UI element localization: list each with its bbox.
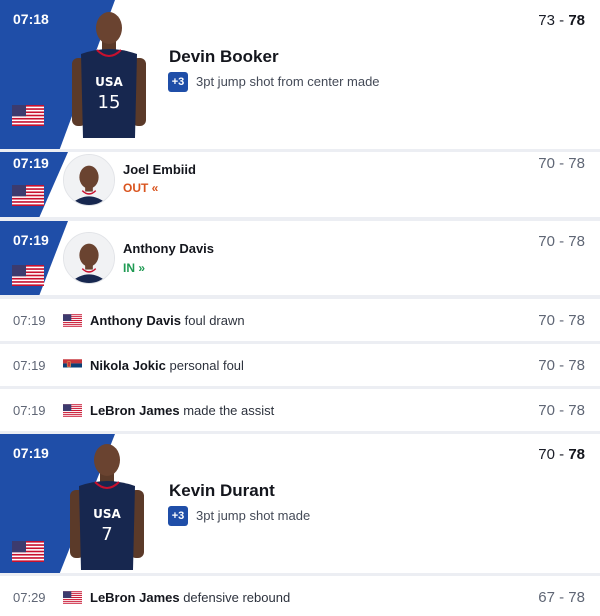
usa-flag-icon bbox=[63, 591, 82, 604]
event-row[interactable]: 07:19 Nikola Jokic personal foul 70 - 78 bbox=[0, 344, 600, 386]
event-row[interactable]: 07:19 LeBron James made the assist 70 - … bbox=[0, 389, 600, 431]
event-card[interactable]: 07:19 Anthony Davis IN » 70 - 78 bbox=[0, 221, 600, 295]
score: 70 - 78 bbox=[538, 446, 585, 463]
serbia-flag-icon bbox=[63, 359, 82, 372]
player-image: 15 bbox=[68, 8, 150, 138]
score: 70 - 78 bbox=[538, 233, 585, 250]
event-time: 07:19 bbox=[13, 313, 46, 328]
event-time: 07:29 bbox=[13, 590, 46, 605]
player-name[interactable]: Nikola Jokic bbox=[90, 358, 166, 373]
play-text: LeBron James defensive rebound bbox=[90, 590, 291, 605]
player-name[interactable]: LeBron James bbox=[90, 590, 180, 605]
score: 73 - 78 bbox=[538, 12, 585, 29]
play-description: 3pt jump shot from center made bbox=[196, 74, 380, 89]
avatar bbox=[63, 232, 115, 284]
player-name[interactable]: Kevin Durant bbox=[169, 481, 275, 501]
event-card[interactable]: 07:19 Joel Embiid OUT « 70 - 78 bbox=[0, 152, 600, 217]
substitution-in-status: IN » bbox=[123, 261, 146, 275]
usa-flag-icon bbox=[12, 105, 44, 126]
substitution-out-status: OUT « bbox=[123, 181, 159, 195]
jersey-number: 15 bbox=[98, 92, 121, 113]
play-text: LeBron James made the assist bbox=[90, 403, 275, 418]
score: 70 - 78 bbox=[538, 312, 585, 329]
usa-flag-icon bbox=[63, 314, 82, 327]
score: 67 - 78 bbox=[538, 589, 585, 606]
player-name[interactable]: Joel Embiid bbox=[123, 162, 196, 177]
points-badge: +3 bbox=[168, 72, 188, 92]
event-time: 07:19 bbox=[13, 155, 49, 171]
usa-flag-icon bbox=[12, 541, 44, 562]
play-description: 3pt jump shot made bbox=[196, 508, 311, 523]
player-image: 7 bbox=[66, 440, 148, 570]
event-time: 07:19 bbox=[13, 445, 49, 461]
event-time: 07:18 bbox=[13, 11, 49, 27]
usa-flag-icon bbox=[63, 404, 82, 417]
player-name[interactable]: Anthony Davis bbox=[123, 241, 214, 256]
player-name[interactable]: Devin Booker bbox=[169, 47, 279, 67]
event-time: 07:19 bbox=[13, 358, 46, 373]
score: 70 - 78 bbox=[538, 155, 585, 172]
usa-flag-icon bbox=[12, 265, 44, 286]
event-time: 07:19 bbox=[13, 232, 49, 248]
player-name[interactable]: LeBron James bbox=[90, 403, 180, 418]
score: 70 - 78 bbox=[538, 357, 585, 374]
event-card[interactable]: 07:18 15 Devin Booker +3 3pt jump shot f… bbox=[0, 0, 600, 149]
event-row[interactable]: 07:29 LeBron James defensive rebound 67 … bbox=[0, 576, 600, 616]
player-name[interactable]: Anthony Davis bbox=[90, 313, 181, 328]
event-row[interactable]: 07:19 Anthony Davis foul drawn 70 - 78 bbox=[0, 299, 600, 341]
event-card[interactable]: 07:19 7 Kevin Durant +3 3pt jump shot ma… bbox=[0, 434, 600, 573]
play-text: Nikola Jokic personal foul bbox=[90, 358, 244, 373]
event-time: 07:19 bbox=[13, 403, 46, 418]
jersey-number: 7 bbox=[101, 524, 112, 545]
points-badge: +3 bbox=[168, 506, 188, 526]
play-text: Anthony Davis foul drawn bbox=[90, 313, 245, 328]
usa-flag-icon bbox=[12, 185, 44, 206]
score: 70 - 78 bbox=[538, 402, 585, 419]
avatar bbox=[63, 154, 115, 206]
